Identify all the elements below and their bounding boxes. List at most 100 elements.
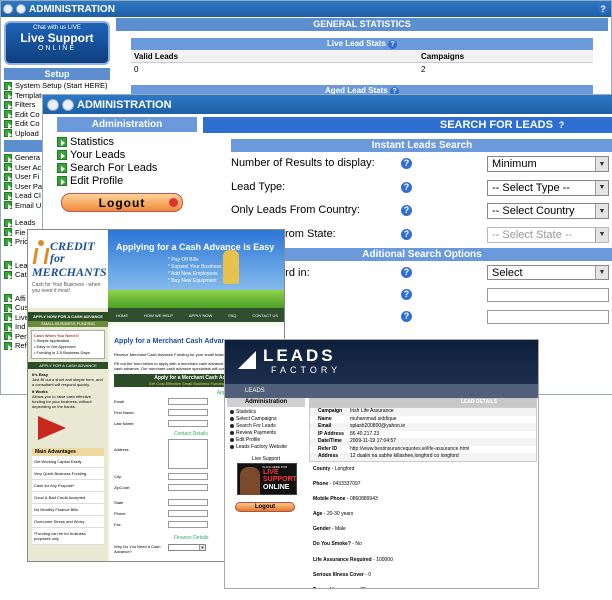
lf-menu-label: Leads Factory Website [236, 443, 288, 450]
extra-text-field-2[interactable] [487, 310, 609, 324]
specific-word-select[interactable]: Select ▼ [487, 265, 609, 280]
search-row-select[interactable]: -- Select Country ▼ [487, 203, 609, 219]
home-icon[interactable] [47, 98, 59, 111]
green-arrow-icon [4, 153, 12, 163]
help-icon[interactable]: ? [401, 289, 412, 300]
help-icon[interactable]: ? [401, 267, 412, 278]
green-arrow-icon [4, 110, 12, 119]
help-icon[interactable]: ? [401, 158, 412, 169]
search-row-label: rom State: [285, 227, 336, 240]
admin-menu-item-label: Your Leads [70, 148, 126, 161]
lf-detail-key: Name [318, 415, 332, 422]
cfm-nav-item[interactable]: CONTACT US [252, 313, 278, 318]
admin-menu-item-label: Edit Profile [70, 174, 124, 187]
cfm-nav-item[interactable]: APPLY NOW [189, 313, 212, 318]
lf-detail-key: Address [318, 453, 339, 459]
lf-extra-list: County - Longford Phone - 0433337097 Mobil… [309, 462, 537, 589]
cfm-nav-item[interactable]: HOME [116, 313, 128, 318]
cfm-field-input[interactable] [168, 398, 208, 405]
lf-menu-label: Search For Leads [236, 422, 276, 429]
lf-menu-item[interactable]: Select Campaigns [227, 415, 305, 422]
cfm-nav-item[interactable]: HOW WE HELP [144, 313, 173, 318]
admin-menu-item[interactable]: Edit Profile [57, 174, 197, 187]
logout-button[interactable]: Logout [61, 193, 183, 212]
cfm-banner-person-image [223, 250, 239, 284]
search-row: Only Leads From Country:? -- Select Count… [203, 199, 612, 223]
admin-menu-item[interactable]: Statistics [57, 135, 197, 148]
live-support-badge[interactable]: Chat with us LIVE Live Support ONLINE [4, 21, 110, 65]
help-icon[interactable]: ? [401, 228, 412, 240]
logout-label: Logout [98, 195, 146, 210]
help-icon[interactable]: ? [401, 205, 412, 216]
cfm-field-input[interactable] [168, 420, 208, 427]
live-support-sub: ONLINE [37, 45, 77, 52]
bullet-icon [230, 430, 234, 435]
cfm-field-input[interactable] [168, 510, 208, 517]
lf-live-support-badge[interactable]: CLICK HERE FOR LIVE SUPPORT ONLINE [237, 463, 297, 495]
lf-detail-value: 12 dualin na sabhe killashee,longford co… [350, 453, 459, 459]
admin-menu: Administration Statistics Your Leads Searc… [57, 117, 197, 212]
cfm-apply-strip[interactable]: APPLY NOW FOR A CASH ADVANCE [28, 312, 108, 321]
admin-menu-item[interactable]: Your Leads [57, 148, 197, 161]
lf-menu-item[interactable]: Review Payments [227, 429, 305, 436]
lf-detail-table: Campaign Irish Life Assurance Name muhammad… [309, 407, 537, 462]
cfm-address-field[interactable] [168, 439, 208, 469]
lf-extra-row: Term of Insurance - 25 years [313, 583, 537, 588]
dropdown-arrow-icon: ▼ [595, 204, 608, 218]
lf-extra-key: Mobile Phone [313, 495, 346, 502]
lf-extra-value: Longford [334, 465, 355, 472]
setup-item[interactable]: System Setup (Start HERE) [4, 81, 110, 91]
lf-menu-item[interactable]: Search For Leads [227, 422, 305, 429]
lf-menu-list: Statistics Select Campaigns Search For Lea… [227, 407, 305, 450]
lf-live-big3: ONLINE [263, 484, 290, 491]
search-row-value: -- Select State -- [492, 228, 573, 241]
lf-detail-key: Date/Time [318, 438, 342, 444]
lf-menu-title: Administration [227, 398, 305, 407]
admin-item-label: User Ac [15, 162, 42, 172]
help-icon[interactable]: ? [387, 40, 397, 49]
cfm-why-select[interactable]: ▼ [168, 544, 206, 551]
cfm-advantages-title: Main Advantages [32, 448, 104, 456]
affiliate-item-label: Ref [15, 341, 27, 351]
help-icon[interactable]: ? [556, 120, 567, 131]
cfm-field-label: Last Name: [114, 421, 135, 426]
search-row-select[interactable]: Minimum ▼ [487, 156, 609, 172]
cfm-field-input[interactable] [168, 409, 208, 416]
dropdown-arrow-icon: ▼ [595, 227, 608, 242]
search-row-select[interactable]: -- Select State -- ▼ [487, 226, 609, 243]
cfm-field-input[interactable] [168, 484, 208, 491]
extra-text-field-1[interactable] [487, 288, 609, 302]
search-row-label: Number of Results to display: [231, 157, 375, 169]
lf-menu-item[interactable]: Edit Profile [227, 436, 305, 443]
cfm-field-label: City: [114, 474, 122, 479]
cfm-field-label: State [114, 500, 124, 505]
valid-leads-value: 0 [134, 65, 139, 74]
help-icon[interactable]: ? [401, 181, 412, 193]
green-arrow-icon [4, 81, 12, 91]
campaigns-value: 2 [421, 65, 426, 74]
lf-extra-row: Life Assurance Required - 100000 [313, 553, 537, 568]
search-row-select[interactable]: -- Select Type -- ▼ [487, 179, 609, 196]
green-arrow-icon [4, 237, 12, 247]
cfm-field-input[interactable] [168, 499, 208, 506]
admin-menu-item[interactable]: Search For Leads [57, 161, 197, 174]
cfm-field-label: Phone [114, 511, 126, 516]
help-icon[interactable]: ? [401, 311, 412, 322]
cfm-field-input[interactable] [168, 473, 208, 480]
cfm-left-column: APPLY NOW FOR A CASH ADVANCE SMALL BUSIN… [28, 308, 108, 561]
lf-logout-button[interactable]: Logout [235, 502, 295, 512]
admin-item-label: Email U [15, 200, 42, 210]
dropdown-arrow-icon: ▼ [595, 157, 608, 171]
instant-search-heading: Instant Leads Search [231, 139, 612, 152]
leads-item-label: Leads [15, 218, 36, 228]
cfm-nav-item[interactable]: FAQ [228, 313, 236, 318]
bullet-icon [230, 409, 234, 414]
home-icon[interactable] [3, 4, 13, 14]
help-icon[interactable]: ? [598, 4, 608, 14]
lf-menu-item[interactable]: Leads Factory Website [227, 443, 305, 450]
cfm-apply-strip-2[interactable]: APPLY FOR A CASH ADVANCE [28, 362, 108, 369]
lf-menu-item[interactable]: Statistics [227, 408, 305, 415]
admin-item-label: Genera [15, 153, 41, 163]
cfm-field-input[interactable] [168, 521, 208, 528]
lf-detail-key: IP Address [318, 430, 344, 437]
